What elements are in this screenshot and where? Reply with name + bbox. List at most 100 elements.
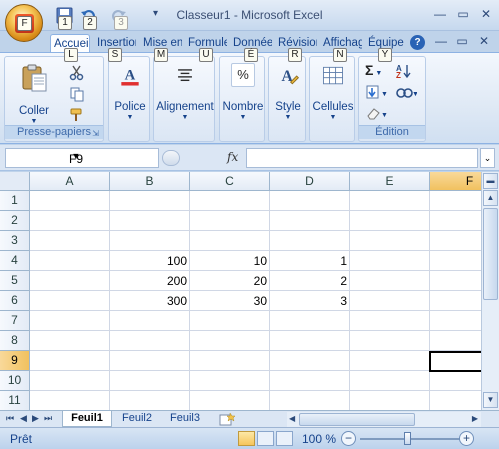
active-cell-f9[interactable] — [429, 351, 481, 372]
cell-b6[interactable]: 300 — [110, 291, 190, 311]
group-nombre: % Nombre ▼ — [219, 56, 265, 142]
fill-icon[interactable]: ▼ — [365, 84, 387, 100]
minimize-window-button[interactable]: — — [430, 6, 450, 23]
row-header-6[interactable]: 6 — [0, 291, 30, 311]
copy-icon[interactable] — [69, 86, 85, 102]
split-box-icon[interactable]: ▬ — [483, 173, 498, 189]
find-select-icon[interactable]: ▼ — [395, 84, 417, 100]
page-layout-view-icon[interactable] — [257, 431, 274, 446]
row-header-11[interactable]: 11 — [0, 391, 30, 410]
cut-icon[interactable] — [69, 65, 85, 81]
clear-icon[interactable]: ▼ — [365, 105, 387, 121]
svg-text:Z: Z — [396, 71, 401, 79]
ribbon-tab-bar: Accueil Insertion Mise en page Formules … — [0, 31, 499, 62]
chevron-down-icon[interactable]: ▼ — [6, 151, 146, 161]
row-header-1[interactable]: 1 — [0, 191, 30, 211]
window-title: Classeur1 - Microsoft Excel — [176, 8, 323, 22]
row-header-2[interactable]: 2 — [0, 211, 30, 231]
row-header-8[interactable]: 8 — [0, 331, 30, 351]
style-button[interactable]: A Style ▼ — [269, 63, 307, 121]
font-button[interactable]: A Police ▼ — [111, 63, 149, 121]
insert-function-icon[interactable]: fx — [227, 150, 238, 164]
row-header-9[interactable]: 9 — [0, 351, 30, 371]
group-alignement: Alignement ▼ — [153, 56, 215, 142]
zoom-level[interactable]: 100 % — [302, 432, 336, 446]
normal-view-icon[interactable] — [238, 431, 255, 446]
prev-sheet-icon[interactable]: ◀ — [20, 413, 27, 424]
cell-d6[interactable]: 3 — [270, 291, 350, 311]
cell-c4[interactable]: 10 — [190, 251, 270, 271]
cell-c6[interactable]: 30 — [190, 291, 270, 311]
scroll-left-icon[interactable]: ◀ — [289, 414, 295, 423]
ribbon-close-button[interactable]: ✕ — [474, 33, 494, 50]
style-label: Style — [275, 101, 301, 113]
paste-button[interactable]: Coller ▼ — [9, 63, 59, 125]
name-box[interactable]: F9 ▼ — [5, 148, 159, 168]
gridline — [30, 230, 481, 231]
group-presse-papiers: Coller ▼ Presse-papiers ⇲ — [4, 56, 104, 142]
next-sheet-icon[interactable]: ▶ — [32, 413, 39, 424]
chevron-down-icon: ▼ — [329, 114, 337, 121]
vertical-scroll-thumb[interactable] — [483, 208, 498, 300]
column-header-a[interactable]: A — [30, 172, 110, 191]
column-header-f[interactable]: F — [430, 172, 481, 191]
insert-sheet-icon[interactable] — [218, 412, 236, 426]
select-all-button[interactable] — [0, 172, 30, 191]
office-button[interactable]: F — [5, 4, 43, 42]
cells-icon — [323, 66, 343, 85]
cells-button[interactable]: Cellules ▼ — [310, 63, 356, 121]
formula-bar-handle[interactable] — [162, 150, 180, 166]
format-painter-icon[interactable] — [69, 107, 85, 123]
close-window-button[interactable]: ✕ — [476, 6, 496, 23]
font-label: Police — [114, 101, 146, 113]
ribbon-restore-button[interactable]: ▭ — [452, 33, 472, 50]
tab-affichage-keytip: N — [333, 48, 347, 62]
column-header-e[interactable]: E — [350, 172, 430, 191]
horizontal-scrollbar[interactable]: ◀ ▶ — [287, 412, 481, 427]
first-sheet-icon[interactable]: ⏮ — [6, 413, 14, 424]
number-button[interactable]: % Nombre ▼ — [220, 63, 266, 121]
group-style: A Style ▼ — [268, 56, 306, 142]
help-icon[interactable]: ? — [410, 35, 425, 50]
scroll-right-icon[interactable]: ▶ — [472, 414, 478, 423]
zoom-out-button[interactable]: − — [341, 431, 356, 446]
sheet-tab-feuil2[interactable]: Feuil2 — [114, 411, 160, 427]
scroll-down-icon[interactable]: ▼ — [483, 392, 498, 408]
scroll-up-icon[interactable]: ▲ — [483, 190, 498, 206]
ribbon: Coller ▼ Presse-papiers ⇲ A Police ▼ Ali… — [0, 52, 499, 144]
zoom-slider-thumb[interactable] — [404, 432, 411, 445]
office-button-keytip: F — [17, 16, 32, 31]
dialog-launcher-icon[interactable]: ⇲ — [92, 127, 99, 140]
zoom-in-button[interactable]: + — [459, 431, 474, 446]
column-header-c[interactable]: C — [190, 172, 270, 191]
worksheet-grid[interactable]: A B C D E F 1 2 3 4 5 6 7 8 9 10 11 100 … — [0, 172, 481, 410]
svg-text:▼: ▼ — [381, 112, 387, 119]
alignment-button[interactable]: Alignement ▼ — [154, 63, 216, 121]
sheet-tab-feuil3[interactable]: Feuil3 — [162, 411, 208, 427]
paste-label: Coller — [18, 105, 50, 117]
row-header-4[interactable]: 4 — [0, 251, 30, 271]
last-sheet-icon[interactable]: ⏭ — [44, 413, 52, 424]
restore-window-button[interactable]: ▭ — [453, 6, 473, 23]
sort-filter-icon[interactable]: A Z — [395, 63, 417, 79]
page-break-preview-icon[interactable] — [276, 431, 293, 446]
column-header-b[interactable]: B — [110, 172, 190, 191]
autosum-button[interactable]: Σ ▼ — [365, 62, 389, 78]
horizontal-scroll-thumb[interactable] — [299, 413, 415, 426]
row-header-3[interactable]: 3 — [0, 231, 30, 251]
cell-b4[interactable]: 100 — [110, 251, 190, 271]
cell-d5[interactable]: 2 — [270, 271, 350, 291]
cell-d4[interactable]: 1 — [270, 251, 350, 271]
row-header-10[interactable]: 10 — [0, 371, 30, 391]
formula-input[interactable] — [246, 148, 478, 168]
styles-icon: A — [282, 68, 300, 85]
ribbon-minimize-button[interactable]: — — [431, 33, 451, 50]
column-header-d[interactable]: D — [270, 172, 350, 191]
cell-c5[interactable]: 20 — [190, 271, 270, 291]
row-header-7[interactable]: 7 — [0, 311, 30, 331]
cell-b5[interactable]: 200 — [110, 271, 190, 291]
row-header-5[interactable]: 5 — [0, 271, 30, 291]
expand-formula-bar-icon[interactable]: ⌄ — [480, 148, 495, 168]
sheet-tab-feuil1[interactable]: Feuil1 — [62, 411, 112, 427]
vertical-scrollbar[interactable]: ▬ ▲ ▼ — [481, 172, 499, 410]
